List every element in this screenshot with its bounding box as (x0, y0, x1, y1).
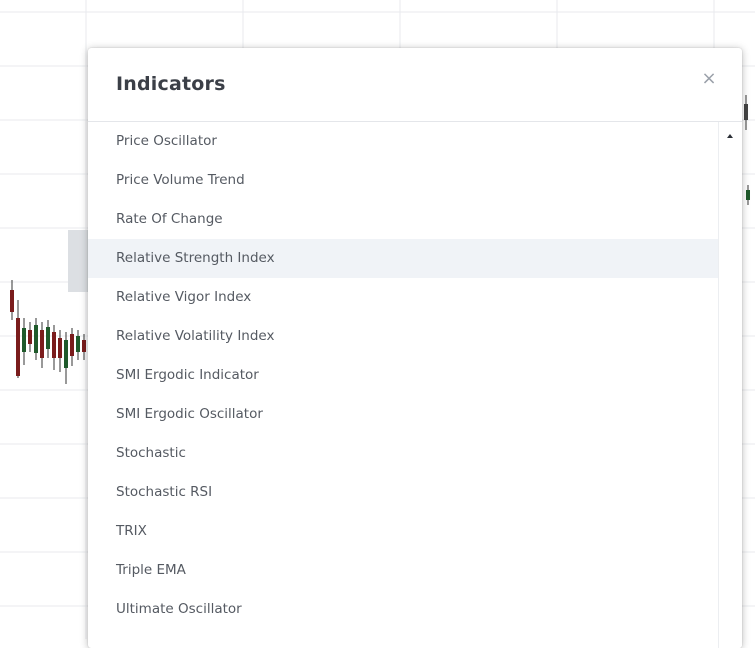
indicator-list-item[interactable]: SMI Ergodic Oscillator (88, 395, 718, 434)
indicator-list-item[interactable]: Rate Of Change (88, 200, 718, 239)
dialog-title: Indicators (116, 73, 226, 95)
dialog-header: Indicators × (88, 48, 742, 122)
indicator-list-item[interactable]: Stochastic (88, 434, 718, 473)
indicator-list-item[interactable]: TRIX (88, 512, 718, 551)
indicator-list: Price Oscillator Price Volume Trend Rate O… (88, 122, 718, 648)
scroll-up-arrow-icon[interactable] (727, 134, 733, 138)
indicators-dialog: Indicators × Price Oscillator Price Volum… (88, 48, 742, 648)
indicator-list-item[interactable]: Relative Strength Index (88, 239, 718, 278)
indicator-list-item[interactable]: Stochastic RSI (88, 473, 718, 512)
indicator-list-item[interactable]: SMI Ergodic Indicator (88, 356, 718, 395)
indicator-list-item[interactable]: Price Volume Trend (88, 161, 718, 200)
indicator-list-item[interactable]: Triple EMA (88, 551, 718, 590)
indicator-list-item[interactable]: Price Oscillator (88, 122, 718, 161)
indicator-list-item[interactable]: Relative Vigor Index (88, 278, 718, 317)
scrollbar[interactable] (718, 122, 742, 648)
chart-panel-handle (68, 230, 88, 292)
close-icon[interactable]: × (698, 68, 720, 90)
indicator-list-item[interactable]: Ultimate Oscillator (88, 590, 718, 629)
indicator-list-item[interactable]: Relative Volatility Index (88, 317, 718, 356)
